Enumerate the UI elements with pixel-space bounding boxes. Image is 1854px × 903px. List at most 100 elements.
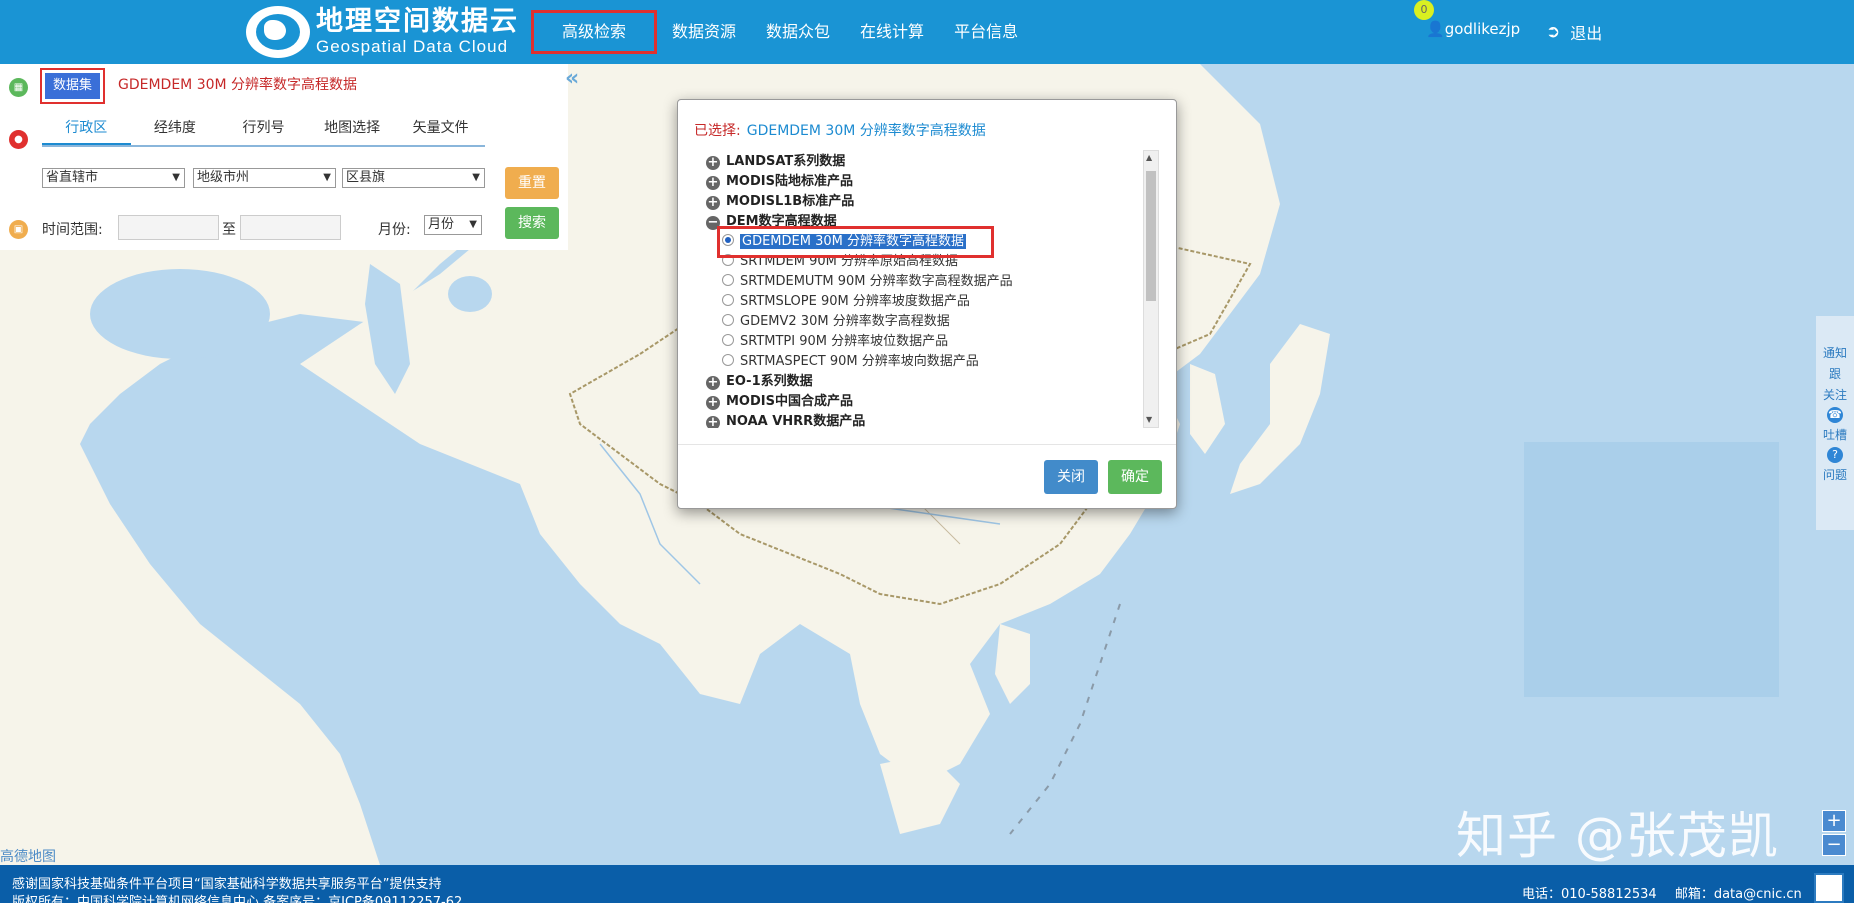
tree-leaf[interactable]: GDEMV2 30M 分辨率数字高程数据	[706, 312, 1066, 332]
chevron-down-icon: ▼	[323, 172, 331, 183]
tool-follow-connector: 跟	[1828, 367, 1841, 381]
chevron-down-icon: ▼	[172, 172, 180, 183]
nav-data-crowdsource[interactable]: 数据众包	[751, 10, 845, 54]
footer-badge-icon[interactable]	[1814, 873, 1844, 903]
tree-leaf[interactable]: SRTMTPI 90M 分辨率坡位数据产品	[706, 332, 1066, 352]
black-sea	[90, 269, 270, 359]
feedback-sidebar: 通知 跟 关注 ☎ 吐槽 ? 问题	[1816, 316, 1854, 530]
radio[interactable]	[722, 294, 734, 306]
zoom-out-button[interactable]: −	[1822, 834, 1846, 856]
dialog-divider	[678, 444, 1176, 445]
nav-data-resources[interactable]: 数据资源	[657, 10, 751, 54]
calendar-icon: ▣	[9, 220, 28, 239]
search-panel: ▦ 数据集 GDEMDEM 30M 分辨率数字高程数据 ● 行政区 经纬度 行列…	[0, 64, 568, 250]
radio[interactable]	[722, 334, 734, 346]
footer-phone: 010-58812534	[1561, 887, 1657, 902]
month-select[interactable]: 月份 ▼	[424, 215, 482, 235]
tree-group[interactable]: + LANDSAT系列数据	[706, 152, 1066, 172]
logout-link[interactable]: ➲ 退出	[1546, 20, 1602, 44]
to-label: 至	[222, 222, 236, 238]
tree-group[interactable]: + MODIS中国合成产品	[706, 392, 1066, 412]
username: godlikezjp	[1444, 20, 1521, 38]
dataset-icon: ▦	[9, 78, 28, 97]
footer-contact: 电话：010-58812534 邮箱：data@cnic.cn	[1522, 887, 1802, 902]
confirm-button[interactable]: 确定	[1108, 460, 1162, 494]
dataset-button[interactable]: 数据集	[45, 73, 101, 99]
plus-icon: +	[706, 195, 720, 210]
user-menu[interactable]: 👤 godlikezjp	[1426, 20, 1520, 38]
radio[interactable]	[722, 314, 734, 326]
scroll-up-icon[interactable]: ▲	[1146, 153, 1152, 162]
reset-button[interactable]: 重置	[505, 167, 559, 199]
collapse-panel-icon[interactable]: «	[565, 66, 579, 91]
land-philippines	[995, 624, 1030, 704]
radio[interactable]	[722, 274, 734, 286]
selected-label: 已选择:	[694, 123, 741, 139]
footer-email[interactable]: data@cnic.cn	[1714, 887, 1802, 902]
main-nav: 高级检索 数据资源 数据众包 在线计算 平台信息	[531, 10, 1033, 54]
plus-icon: +	[706, 415, 720, 428]
logout-label: 退出	[1570, 24, 1603, 43]
dataset-dialog: 已选择: GDEMDEM 30M 分辨率数字高程数据 + LANDSAT系列数据 +…	[677, 99, 1177, 509]
tab-map-select[interactable]: 地图选择	[308, 117, 397, 145]
city-select[interactable]: 地级市州 ▼	[193, 168, 336, 188]
land-japan	[1230, 324, 1330, 494]
tab-path-row[interactable]: 行列号	[219, 117, 308, 145]
top-navbar: 地理空间数据云 Geospatial Data Cloud 高级检索 数据资源 …	[0, 0, 1854, 64]
location-icon: ●	[9, 130, 28, 149]
tab-admin-region[interactable]: 行政区	[42, 117, 131, 145]
tab-lat-lon[interactable]: 经纬度	[131, 117, 220, 145]
scroll-down-icon[interactable]: ▼	[1146, 415, 1152, 424]
map-overlay-box	[1524, 442, 1779, 697]
footer: 感谢国家科技基础条件平台项目“国家基础科学数据共享服务平台”提供支持 版权所有：…	[0, 865, 1854, 903]
nav-advanced-search[interactable]: 高级检索	[531, 10, 658, 54]
tab-vector-file[interactable]: 矢量文件	[396, 117, 485, 145]
land-korea	[1190, 364, 1225, 454]
tree-group[interactable]: + EO-1系列数据	[706, 372, 1066, 392]
month-label: 月份:	[378, 222, 411, 238]
notification-badge[interactable]: 0	[1414, 0, 1434, 20]
selected-value: GDEMDEM 30M 分辨率数字高程数据	[746, 123, 986, 139]
end-date-input[interactable]	[240, 215, 341, 240]
tree-group[interactable]: + MODISL1B标准产品	[706, 192, 1066, 212]
logout-icon: ➲	[1546, 22, 1561, 42]
globe-logo-icon	[246, 6, 310, 58]
plus-icon: +	[706, 155, 720, 170]
zoom-in-button[interactable]: +	[1822, 810, 1846, 832]
plus-icon: +	[706, 395, 720, 410]
site-logo[interactable]: 地理空间数据云 Geospatial Data Cloud	[246, 4, 519, 60]
search-button[interactable]: 搜索	[505, 207, 559, 239]
tool-feedback[interactable]: 吐槽	[1823, 426, 1847, 444]
map-credit: 高德地图	[0, 849, 56, 865]
start-date-input[interactable]	[118, 215, 219, 240]
tree-scrollbar[interactable]: ▲ ▼	[1143, 150, 1159, 428]
county-select[interactable]: 区县旗 ▼	[342, 168, 485, 188]
question-icon: ?	[1827, 447, 1843, 463]
tree-group[interactable]: + MODIS陆地标准产品	[706, 172, 1066, 192]
footer-copyright: 版权所有：中国科学院计算机网络信息中心 备案序号：京ICP备09112257-6…	[12, 895, 463, 903]
region-tabs: 行政区 经纬度 行列号 地图选择 矢量文件	[42, 117, 485, 147]
plus-icon: +	[706, 375, 720, 390]
plus-icon: +	[706, 175, 720, 190]
close-button[interactable]: 关闭	[1044, 460, 1098, 494]
tree-leaf[interactable]: SRTMDEMUTM 90M 分辨率数字高程数据产品	[706, 272, 1066, 292]
logo-subtitle: Geospatial Data Cloud	[316, 37, 509, 56]
tool-follow[interactable]: 关注	[1823, 386, 1847, 404]
scroll-thumb[interactable]	[1146, 171, 1156, 301]
province-select[interactable]: 省直辖市 ▼	[42, 168, 185, 188]
radio[interactable]	[722, 354, 734, 366]
tool-questions[interactable]: 问题	[1823, 466, 1847, 484]
footer-credit: 感谢国家科技基础条件平台项目“国家基础科学数据共享服务平台”提供支持	[12, 877, 442, 892]
time-range-label: 时间范围:	[42, 222, 103, 238]
tree-leaf[interactable]: SRTMASPECT 90M 分辨率坡向数据产品	[706, 352, 1066, 372]
tool-notify[interactable]: 通知	[1823, 344, 1847, 362]
tree-group[interactable]: + NOAA VHRR数据产品	[706, 412, 1066, 428]
dataset-tree: + LANDSAT系列数据 + MODIS陆地标准产品 + MODISL1B标准产品 …	[706, 152, 1066, 428]
aral-sea	[448, 276, 492, 312]
selected-line: 已选择: GDEMDEM 30M 分辨率数字高程数据	[694, 120, 986, 140]
user-icon: 👤	[1426, 20, 1445, 38]
nav-platform-info[interactable]: 平台信息	[939, 10, 1033, 54]
tree-leaf[interactable]: SRTMSLOPE 90M 分辨率坡度数据产品	[706, 292, 1066, 312]
logo-title: 地理空间数据云	[316, 6, 519, 37]
nav-online-compute[interactable]: 在线计算	[845, 10, 939, 54]
